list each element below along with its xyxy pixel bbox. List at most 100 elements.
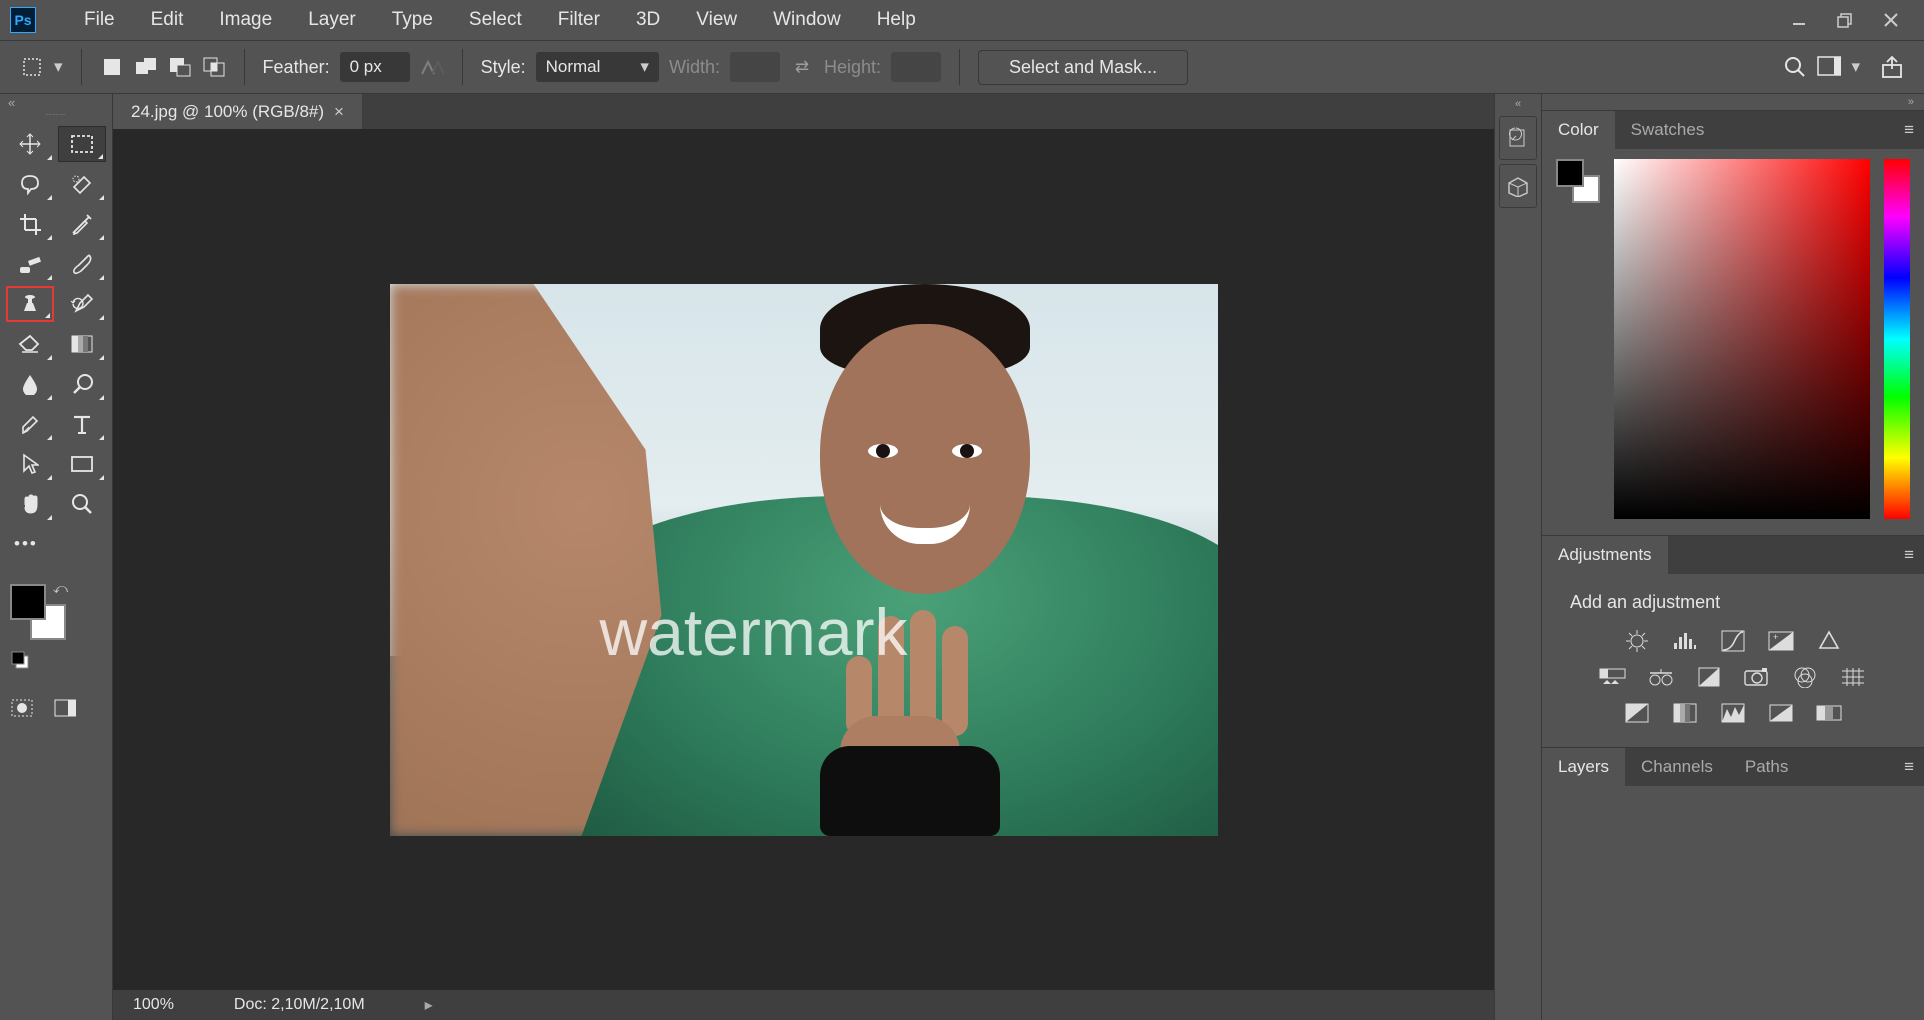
select-and-mask-button[interactable]: Select and Mask... (978, 50, 1188, 85)
screen-mode-button[interactable] (54, 696, 78, 720)
add-adjustment-label: Add an adjustment (1556, 584, 1910, 623)
style-label: Style: (481, 57, 526, 78)
quick-selection-tool[interactable] (58, 166, 106, 202)
swap-dimensions-icon: ⇄ (790, 55, 814, 79)
eyedropper-tool[interactable] (58, 206, 106, 242)
edit-toolbar-button[interactable]: ••• (6, 526, 54, 562)
search-icon[interactable] (1783, 55, 1807, 79)
menu-3d[interactable]: 3D (618, 9, 678, 31)
menu-layer[interactable]: Layer (290, 9, 374, 31)
adjustments-panel-menu-icon[interactable]: ≡ (1904, 545, 1924, 565)
toolbox-grip[interactable] (0, 110, 112, 120)
selective-color-icon[interactable] (1766, 701, 1796, 725)
blur-tool[interactable] (6, 366, 54, 402)
menu-type[interactable]: Type (374, 9, 451, 31)
zoom-level[interactable]: 100% (133, 996, 174, 1014)
document-area: 24.jpg @ 100% (RGB/8#) × watermark 100% … (113, 94, 1494, 1020)
height-label: Height: (824, 57, 881, 78)
paths-tab[interactable]: Paths (1729, 748, 1804, 786)
share-icon[interactable] (1880, 55, 1904, 79)
posterize-icon[interactable] (1670, 701, 1700, 725)
color-tab[interactable]: Color (1542, 111, 1615, 149)
current-tool-icon[interactable] (20, 55, 44, 79)
black-white-icon[interactable] (1694, 665, 1724, 689)
adjustments-tab[interactable]: Adjustments (1542, 536, 1668, 574)
watermark-text: watermark (600, 594, 908, 670)
workspace-switcher-icon[interactable] (1817, 55, 1841, 79)
document-tab[interactable]: 24.jpg @ 100% (RGB/8#) × (113, 94, 362, 129)
menu-image[interactable]: Image (201, 9, 290, 31)
hue-saturation-icon[interactable] (1598, 665, 1628, 689)
spot-healing-brush-tool[interactable] (6, 246, 54, 282)
type-tool[interactable] (58, 406, 106, 442)
swap-colors-icon[interactable] (52, 584, 66, 598)
window-minimize-button[interactable] (1776, 5, 1822, 35)
menu-select[interactable]: Select (451, 9, 540, 31)
history-panel-icon[interactable] (1499, 116, 1537, 160)
move-tool[interactable] (6, 126, 54, 162)
selection-add-icon[interactable] (134, 55, 158, 79)
lasso-tool[interactable] (6, 166, 54, 202)
crop-tool[interactable] (6, 206, 54, 242)
rectangular-marquee-tool[interactable] (58, 126, 106, 162)
toolbox-collapse-button[interactable] (0, 94, 112, 110)
curves-icon[interactable] (1718, 629, 1748, 653)
rectangle-tool[interactable] (58, 446, 106, 482)
foreground-background-swatches[interactable] (10, 584, 66, 640)
channel-mixer-icon[interactable] (1790, 665, 1820, 689)
style-select[interactable]: Normal (536, 52, 659, 82)
hand-tool[interactable] (6, 486, 54, 522)
menu-edit[interactable]: Edit (133, 9, 202, 31)
mini-panel-collapse[interactable]: « (1515, 98, 1521, 112)
photo-filter-icon[interactable] (1742, 665, 1772, 689)
channels-tab[interactable]: Channels (1625, 748, 1729, 786)
canvas-image: watermark (390, 284, 1218, 836)
properties-panel-icon[interactable] (1499, 164, 1537, 208)
swatches-tab[interactable]: Swatches (1615, 111, 1721, 149)
dodge-tool[interactable] (58, 366, 106, 402)
toolbox: ••• (0, 94, 113, 1020)
menu-bar: Ps File Edit Image Layer Type Select Fil… (0, 0, 1924, 40)
layers-tab[interactable]: Layers (1542, 748, 1625, 786)
selection-intersect-icon[interactable] (202, 55, 226, 79)
history-brush-tool[interactable] (58, 286, 106, 322)
quick-mask-mode-button[interactable] (10, 696, 34, 720)
default-colors-icon[interactable] (10, 650, 30, 670)
document-size-info[interactable]: Doc: 2,10M/2,10M (234, 996, 365, 1014)
menu-filter[interactable]: Filter (540, 9, 618, 31)
color-panel-fg-bg[interactable] (1556, 159, 1600, 203)
brush-tool[interactable] (58, 246, 106, 282)
selection-subtract-icon[interactable] (168, 55, 192, 79)
gradient-tool[interactable] (58, 326, 106, 362)
hue-slider[interactable] (1884, 159, 1910, 519)
color-balance-icon[interactable] (1646, 665, 1676, 689)
menu-file[interactable]: File (66, 9, 133, 31)
color-panel-menu-icon[interactable]: ≡ (1904, 120, 1924, 140)
exposure-icon[interactable]: + (1766, 629, 1796, 653)
color-field[interactable] (1614, 159, 1870, 519)
right-panel-expand[interactable] (1542, 94, 1924, 110)
photoshop-logo-icon: Ps (10, 7, 36, 33)
menu-view[interactable]: View (678, 9, 755, 31)
clone-stamp-tool[interactable] (6, 286, 54, 322)
gradient-map-icon[interactable] (1814, 701, 1844, 725)
invert-icon[interactable] (1622, 701, 1652, 725)
threshold-icon[interactable] (1718, 701, 1748, 725)
pen-tool[interactable] (6, 406, 54, 442)
feather-input[interactable]: 0 px (340, 52, 410, 82)
menu-help[interactable]: Help (859, 9, 934, 31)
selection-new-icon[interactable] (100, 55, 124, 79)
window-restore-button[interactable] (1822, 5, 1868, 35)
color-lookup-icon[interactable] (1838, 665, 1868, 689)
levels-icon[interactable] (1670, 629, 1700, 653)
window-close-button[interactable] (1868, 5, 1914, 35)
canvas-stage[interactable]: watermark (113, 130, 1494, 990)
path-selection-tool[interactable] (6, 446, 54, 482)
document-tab-close-icon[interactable]: × (334, 102, 344, 122)
zoom-tool[interactable] (58, 486, 106, 522)
brightness-contrast-icon[interactable] (1622, 629, 1652, 653)
vibrance-icon[interactable] (1814, 629, 1844, 653)
eraser-tool[interactable] (6, 326, 54, 362)
menu-window[interactable]: Window (755, 9, 859, 31)
layers-panel-menu-icon[interactable]: ≡ (1904, 757, 1924, 777)
